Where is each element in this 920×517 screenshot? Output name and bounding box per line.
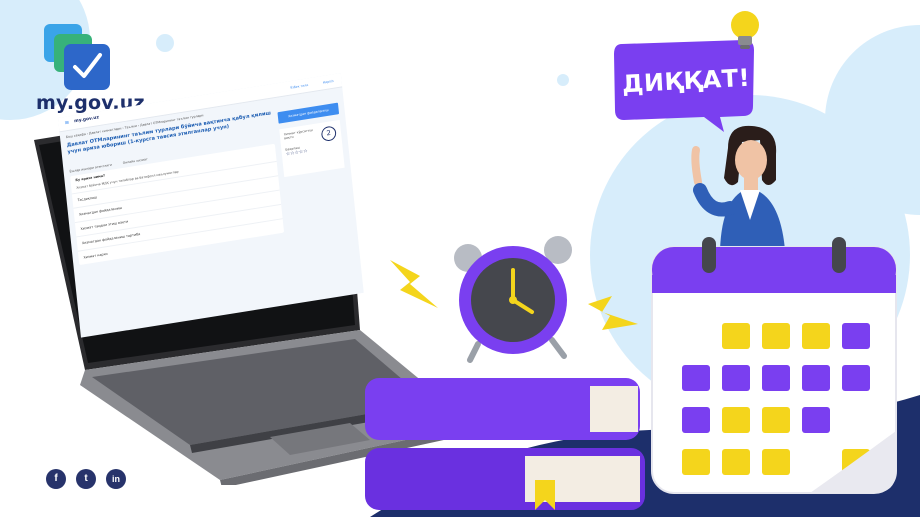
lightbulb-icon [731, 11, 759, 49]
twitter-icon[interactable]: t [76, 469, 96, 489]
laptop-screen: ≡ my.gov.uz Ўзбек тили Кирish Бош саҳифа… [58, 73, 364, 338]
brand-logo-icon [44, 24, 110, 90]
menu-icon[interactable]: ≡ [64, 119, 70, 126]
linkedin-icon[interactable]: in [106, 469, 126, 489]
facebook-icon[interactable]: f [46, 469, 66, 489]
calendar-icon [651, 237, 897, 494]
bg-dot [156, 34, 174, 52]
side-info-card: Хизмат кўрсатиш вақти 2 Баҳолаш ☆☆☆☆☆ [279, 119, 345, 178]
screen-logo[interactable]: my.gov.uz [74, 115, 99, 124]
books-stack-icon [365, 378, 645, 510]
language-link[interactable]: Ўзбек тили [290, 83, 308, 90]
lightning-icon [588, 296, 638, 330]
screen-side-panel: Хизматдан фойдаланиш Хизмат кўрсатиш вақ… [277, 102, 345, 178]
lightning-icon [390, 260, 438, 308]
login-link[interactable]: Кирish [323, 79, 334, 85]
alarm-clock-icon [454, 236, 572, 363]
bg-dot-small [557, 74, 569, 86]
